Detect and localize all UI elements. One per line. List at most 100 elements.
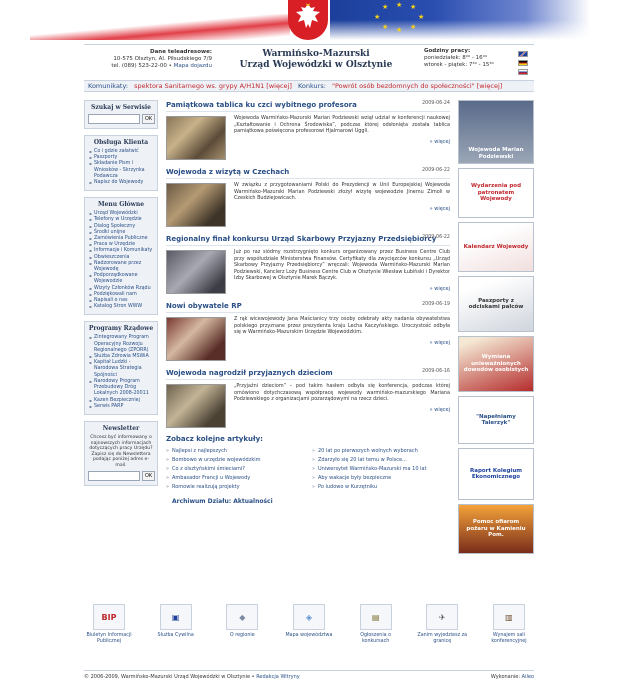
footer-link-region[interactable]: ◆ O regionie bbox=[217, 604, 267, 645]
archive-link[interactable]: Archiwum Działu: Aktualności bbox=[166, 498, 450, 505]
contact-title: Dane teleadresowe: bbox=[150, 49, 212, 55]
id-exchange-banner[interactable]: Wymiana unieważnionych dowodów osobistyc… bbox=[458, 336, 534, 392]
institution-line1: Warmińsko-Mazurski bbox=[262, 49, 370, 59]
search-input[interactable] bbox=[88, 114, 140, 124]
footer-link-bip[interactable]: BIP Biuletyn Informacji Publicznej bbox=[84, 604, 134, 645]
eu-star-icon: ★ bbox=[410, 23, 417, 31]
client-item-write[interactable]: Napisz do Wojewody bbox=[88, 180, 154, 186]
article-photo[interactable] bbox=[166, 317, 226, 361]
map-link[interactable]: Mapa dojazdu bbox=[174, 63, 212, 69]
conference-room-icon: ▥ bbox=[492, 604, 525, 630]
contact-phone: tel. (089) 523-22-00 bbox=[111, 63, 167, 69]
banner-label: Wojewoda Marian Podziewski bbox=[468, 147, 524, 160]
article-title[interactable]: Regionalny finał konkursu Urząd Skarbowy… bbox=[166, 234, 450, 244]
article-text: Już po raz siódmy rozstrzygnięto konkurs… bbox=[234, 249, 450, 282]
more-article-link[interactable]: Bombowo w urzędzie wojewódzkim bbox=[166, 456, 304, 465]
bottom-bar: © 2006-2009, Warmińsko-Mazurski Urząd Wo… bbox=[84, 670, 534, 682]
footer-link-map[interactable]: ◈ Mapa województwa bbox=[284, 604, 334, 645]
more-articles: Zobacz kolejne artykuły: Najlepsi z najl… bbox=[166, 435, 450, 505]
made-by-link[interactable]: Aileo bbox=[522, 674, 534, 680]
footer-link-label: Ogłoszenia o konkursach bbox=[360, 633, 392, 644]
newsletter-text: Chcesz być informowany o najnowszych inf… bbox=[89, 434, 153, 468]
article-photo[interactable] bbox=[166, 384, 226, 428]
contact-address: 10-575 Olsztyn, Al. Piłsudskiego 7/9 bbox=[113, 56, 212, 62]
civil-service-icon: ▣ bbox=[159, 604, 192, 630]
footer-links: BIP Biuletyn Informacji Publicznej ▣ Słu… bbox=[84, 604, 534, 645]
patronage-banner[interactable]: Wydarzenia pod patronatem Wojewody bbox=[458, 168, 534, 218]
program-item[interactable]: Serwis PARP bbox=[88, 404, 154, 410]
program-item[interactable]: Zintegrowany Program Operacyjny Rozwoju … bbox=[88, 335, 154, 354]
programs-title: Programy Rządowe bbox=[88, 325, 154, 333]
article-text: „Przyjaźni dzieciom” – pod takim hasłem … bbox=[234, 383, 450, 403]
ticker-news-2[interactable]: "Powrót osób bezdomnych do społeczności"… bbox=[328, 81, 502, 91]
newsletter-email-input[interactable] bbox=[88, 471, 140, 482]
article-title[interactable]: Nowi obywatele RP bbox=[166, 301, 450, 311]
economic-report-banner[interactable]: Raport Kolegium Ekonomicznego bbox=[458, 448, 534, 500]
footer-link-civil-service[interactable]: ▣ Służba Cywilna bbox=[151, 604, 201, 645]
article-date: 2009-06-22 bbox=[422, 235, 450, 240]
article-title[interactable]: Wojewoda z wizytą w Czechach bbox=[166, 167, 450, 177]
passports-banner[interactable]: Paszporty z odciskami palców bbox=[458, 276, 534, 332]
menu-item[interactable]: Katalog Stron WWW bbox=[88, 304, 154, 310]
english-flag-icon[interactable] bbox=[518, 51, 528, 57]
eu-star-icon: ★ bbox=[396, 1, 403, 9]
menu-item[interactable]: Podporządkowane Wojewodzie bbox=[88, 273, 154, 285]
fire-aid-banner[interactable]: Pomoc ofiarom pożaru w Kamieniu Pom. bbox=[458, 504, 534, 554]
program-item[interactable]: Kapitał Ludzki - Narodowa Strategia Spój… bbox=[88, 360, 154, 379]
ticker-label-contest: Konkurs: bbox=[297, 82, 326, 90]
governor-banner[interactable]: Wojewoda Marian Podziewski bbox=[458, 100, 534, 164]
banner-label: "Napełniamy Talerzyk" bbox=[476, 413, 516, 427]
region-map-icon: ◆ bbox=[226, 604, 259, 630]
documents-icon: ▤ bbox=[359, 604, 392, 630]
article: Wojewoda z wizytą w Czechach 2009-06-22 … bbox=[166, 167, 450, 227]
article-date: 2009-06-16 bbox=[422, 369, 450, 374]
ticker-news-1[interactable]: spektora Sanitarnego ws. grypy A/H1N1 [w… bbox=[130, 81, 292, 91]
more-article-link[interactable]: Zdarzyło się 20 lat temu w Polsce... bbox=[312, 456, 450, 465]
newsletter-button[interactable]: OK bbox=[142, 471, 156, 482]
hours-weekdays: poniedziałek: 8⁰⁰ - 16⁰⁰ bbox=[424, 55, 488, 61]
more-article-link[interactable]: Ambasador Francji u Wojewody bbox=[166, 474, 304, 483]
more-article-link[interactable]: Najlepsi z najlepszych bbox=[166, 447, 304, 456]
eu-star-icon: ★ bbox=[418, 13, 425, 21]
more-article-link[interactable]: 20 lat po pierwszych wolnych wyborach bbox=[312, 447, 450, 456]
client-item-inbox[interactable]: Składanie Pism i Wniosków - Skrzynka Pod… bbox=[88, 161, 154, 180]
client-service-title: Obsługa Klienta bbox=[93, 139, 149, 146]
travel-icon: ✈ bbox=[426, 604, 459, 630]
article-date: 2009-06-24 bbox=[422, 101, 450, 106]
plate-campaign-banner[interactable]: "Napełniamy Talerzyk" bbox=[458, 396, 534, 444]
footer-link-label: Mapa województwa bbox=[285, 633, 333, 638]
main-content: Pamiątkowa tablica ku czci wybitnego pro… bbox=[166, 100, 450, 505]
search-button[interactable]: OK bbox=[142, 114, 156, 124]
more-article-link[interactable]: Uniwersytet Warmińsko-Mazurski ma 10 lat bbox=[312, 465, 450, 474]
more-article-link[interactable]: Aby wakacje były bezpieczne bbox=[312, 474, 450, 483]
footer-link-abroad[interactable]: ✈ Zanim wyjedziesz za granicę bbox=[417, 604, 467, 645]
banner-label: Raport Kolegium Ekonomicznego bbox=[470, 467, 522, 481]
russian-flag-icon[interactable] bbox=[518, 69, 528, 75]
language-switcher bbox=[518, 51, 530, 78]
calendar-banner[interactable]: Kalendarz Wojewody bbox=[458, 222, 534, 272]
redaction-link[interactable]: Redakcja Witryny bbox=[256, 674, 300, 680]
menu-item[interactable]: Nadzorowane przez Wojewodę bbox=[88, 261, 154, 273]
more-article-link[interactable]: Po ludowo w Kurzętniku bbox=[312, 483, 450, 492]
footer-link-conference-room[interactable]: ▥ Wynajem sali konferencyjnej bbox=[484, 604, 534, 645]
ticker-label-communications: Komunikaty: bbox=[88, 82, 129, 90]
program-item[interactable]: Narodowy Program Przebudowy Dróg Lokalny… bbox=[88, 379, 154, 398]
hours-title: Godziny pracy: bbox=[424, 48, 471, 54]
article-title[interactable]: Pamiątkowa tablica ku czci wybitnego pro… bbox=[166, 100, 450, 110]
more-article-link[interactable]: Romowie realizują projekty bbox=[166, 483, 304, 492]
banner-label: Pomoc ofiarom pożaru w Kamieniu Pom. bbox=[466, 519, 526, 539]
footer-link-contests[interactable]: ▤ Ogłoszenia o konkursach bbox=[351, 604, 401, 645]
banner-label: Wymiana unieważnionych dowodów osobistyc… bbox=[463, 354, 529, 374]
article-photo[interactable] bbox=[166, 183, 226, 227]
article-photo[interactable] bbox=[166, 250, 226, 294]
article-photo[interactable] bbox=[166, 116, 226, 160]
copyright: © 2006-2009, Warmińsko-Mazurski Urząd Wo… bbox=[84, 674, 251, 680]
footer-link-label: Biuletyn Informacji Publicznej bbox=[86, 633, 132, 644]
footer-link-label: O regionie bbox=[229, 633, 255, 638]
more-article-link[interactable]: Co z olsztyńskimi śmieciami? bbox=[166, 465, 304, 474]
article: Nowi obywatele RP 2009-06-19 Z rąk wicew… bbox=[166, 301, 450, 361]
eu-star-icon: ★ bbox=[396, 26, 403, 34]
newsletter-box: Newsletter Chcesz być informowany o najn… bbox=[84, 420, 158, 487]
german-flag-icon[interactable] bbox=[518, 60, 528, 66]
article-title[interactable]: Wojewoda nagrodził przyjaznych dzieciom bbox=[166, 368, 450, 378]
